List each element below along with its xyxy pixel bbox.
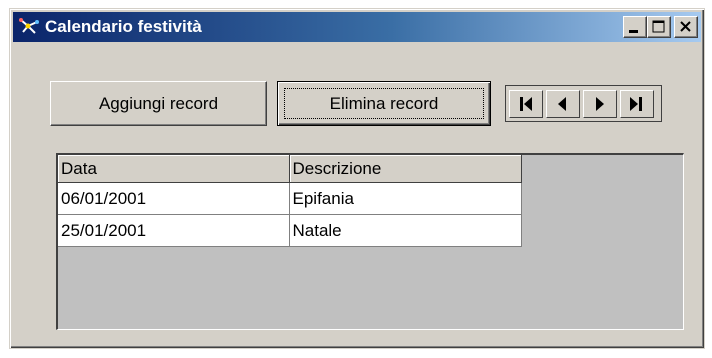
maximize-icon xyxy=(652,20,665,33)
title-bar[interactable]: Calendario festività xyxy=(13,12,701,42)
grid-table: Data Descrizione 06/01/2001 Epifania 25/… xyxy=(58,155,522,247)
minimize-icon xyxy=(629,30,638,33)
previous-record-button[interactable] xyxy=(546,90,580,118)
record-navigator xyxy=(505,85,662,122)
add-record-button[interactable]: Aggiungi record xyxy=(50,81,267,126)
add-record-label: Aggiungi record xyxy=(98,93,219,113)
cell-descrizione[interactable]: Natale xyxy=(289,214,522,247)
window-title: Calendario festività xyxy=(45,17,202,36)
maximize-button[interactable] xyxy=(647,16,671,38)
cell-data[interactable]: 25/01/2001 xyxy=(58,214,290,247)
close-button[interactable] xyxy=(674,16,698,38)
cell-data[interactable]: 06/01/2001 xyxy=(58,182,290,215)
table-row[interactable]: 06/01/2001 Epifania xyxy=(58,182,522,215)
first-record-button[interactable] xyxy=(509,90,543,118)
app-window: Calendario festività Aggiungi record Eli… xyxy=(9,8,705,349)
minimize-button[interactable] xyxy=(623,16,647,38)
last-record-icon xyxy=(630,97,642,111)
table-row[interactable]: 25/01/2001 Natale xyxy=(58,214,522,247)
close-icon xyxy=(680,21,691,32)
delete-record-button[interactable]: Elimina record xyxy=(277,81,491,126)
next-record-icon xyxy=(596,97,604,111)
previous-record-icon xyxy=(558,97,566,111)
cell-descrizione[interactable]: Epifania xyxy=(289,182,522,215)
delete-record-label: Elimina record xyxy=(329,93,439,113)
last-record-button[interactable] xyxy=(620,90,654,118)
header-row: Data Descrizione xyxy=(58,155,522,183)
app-icon[interactable] xyxy=(17,16,41,38)
column-header-data[interactable]: Data xyxy=(58,155,290,183)
data-grid[interactable]: Data Descrizione 06/01/2001 Epifania 25/… xyxy=(56,153,684,330)
next-record-button[interactable] xyxy=(583,90,617,118)
column-header-descrizione[interactable]: Descrizione xyxy=(289,155,522,183)
first-record-icon xyxy=(520,97,532,111)
